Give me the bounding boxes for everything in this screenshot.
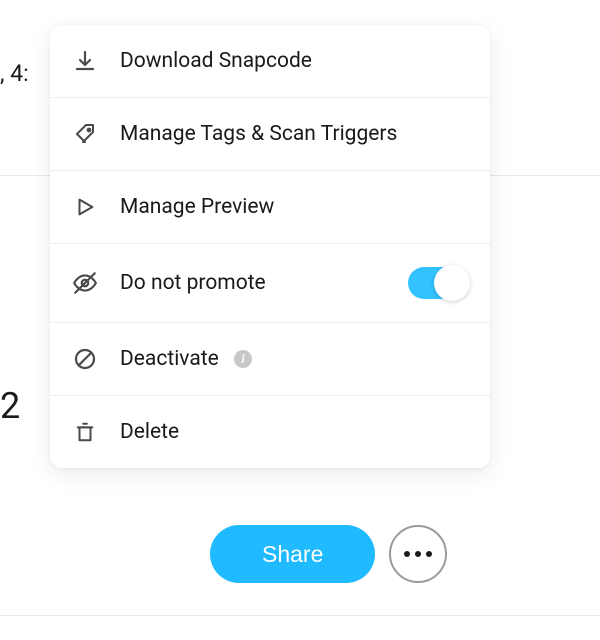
menu-item-label: Manage Preview: [120, 195, 468, 219]
share-button[interactable]: Share: [210, 525, 375, 583]
eye-off-icon: [72, 270, 98, 296]
menu-item-download-snapcode[interactable]: Download Snapcode: [50, 25, 490, 98]
lens-actions-dropdown: Download Snapcode Manage Tags & Scan Tri…: [50, 25, 490, 468]
menu-item-label: Delete: [120, 420, 468, 444]
toggle-knob: [434, 265, 470, 301]
divider: [0, 615, 600, 616]
menu-item-label: Manage Tags & Scan Triggers: [120, 122, 468, 146]
menu-item-deactivate[interactable]: Deactivate i: [50, 323, 490, 396]
more-button[interactable]: [389, 525, 447, 583]
play-icon: [72, 194, 98, 220]
dot-icon: [415, 551, 421, 557]
info-icon[interactable]: i: [234, 350, 252, 368]
menu-item-do-not-promote[interactable]: Do not promote: [50, 244, 490, 323]
menu-item-label: Deactivate i: [120, 347, 468, 371]
menu-item-label: Download Snapcode: [120, 49, 468, 73]
menu-item-delete[interactable]: Delete: [50, 396, 490, 468]
tag-icon: [72, 121, 98, 147]
dot-icon: [404, 551, 410, 557]
dot-icon: [426, 551, 432, 557]
deactivate-text: Deactivate: [120, 347, 219, 371]
do-not-promote-toggle[interactable]: [408, 267, 468, 299]
background-number-fragment: 2: [0, 385, 20, 427]
background-date-fragment: , 4:: [0, 60, 29, 87]
trash-icon: [72, 419, 98, 445]
menu-item-manage-preview[interactable]: Manage Preview: [50, 171, 490, 244]
menu-item-manage-tags[interactable]: Manage Tags & Scan Triggers: [50, 98, 490, 171]
prohibit-icon: [72, 346, 98, 372]
bottom-action-bar: Share: [210, 525, 447, 583]
download-icon: [72, 48, 98, 74]
menu-item-label: Do not promote: [120, 271, 408, 295]
